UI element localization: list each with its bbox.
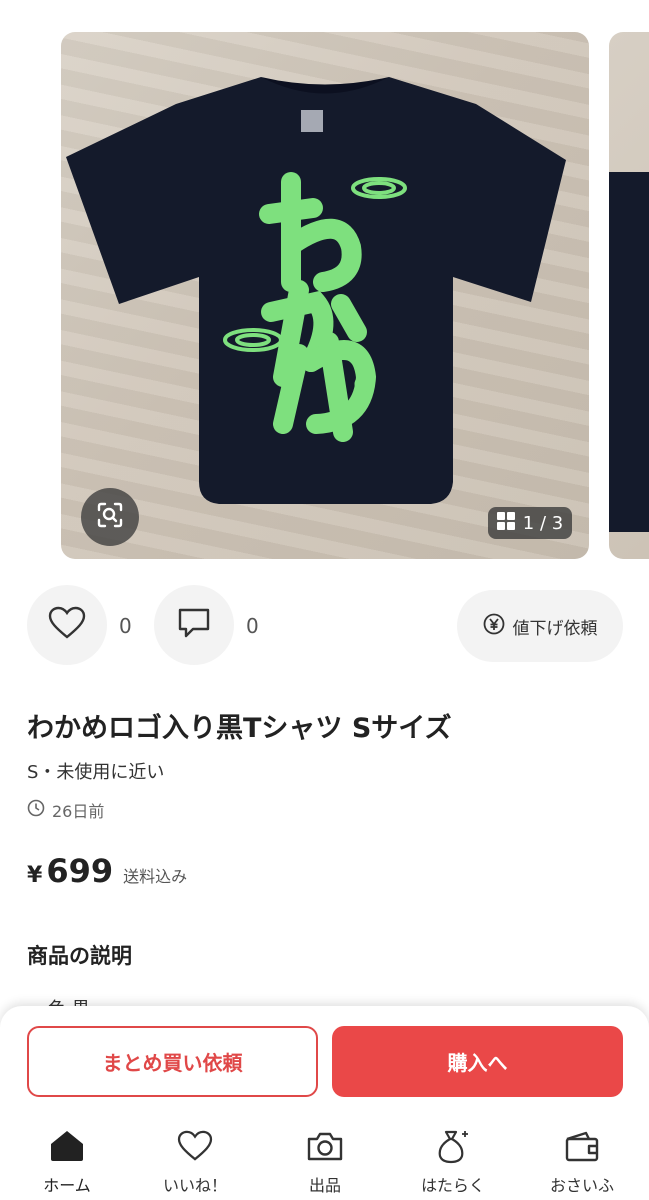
- wallet-icon: [562, 1126, 602, 1166]
- tab-bar: ホーム いいね！ 出品 はたらく おさいふ: [0, 1118, 649, 1200]
- next-photo-preview[interactable]: [609, 32, 649, 559]
- camera-icon: [305, 1126, 345, 1166]
- tab-work-label: はたらく: [421, 1176, 485, 1195]
- tab-wallet-label: おさいふ: [549, 1176, 614, 1195]
- tab-sell-label: 出品: [308, 1176, 341, 1195]
- like-count: 0: [119, 614, 132, 638]
- product-photo[interactable]: [61, 32, 589, 559]
- posted-time: 26日前: [27, 798, 104, 822]
- yen-circle-icon: [483, 613, 505, 640]
- tab-work[interactable]: はたらく: [398, 1118, 508, 1200]
- price-block: ¥ 699 送料込み: [27, 852, 187, 890]
- clock-icon: [27, 799, 45, 821]
- home-icon: [47, 1126, 87, 1166]
- item-condition: S・未使用に近い: [27, 762, 165, 783]
- tab-likes[interactable]: いいね！: [140, 1118, 250, 1200]
- counter-current: 1: [522, 512, 535, 534]
- item-detail-page: 1 / 3 0 0 値下げ依頼 わかめロゴ入り黒Tシャツ Sサイズ S・未使用に…: [0, 0, 649, 1200]
- tshirt-image: [66, 77, 566, 504]
- tab-wallet[interactable]: おさいふ: [527, 1118, 637, 1200]
- grid-icon: [496, 511, 515, 535]
- currency-symbol: ¥: [27, 863, 43, 888]
- counter-separator: /: [539, 512, 547, 534]
- photo-counter[interactable]: 1 / 3: [488, 507, 572, 539]
- price-down-request-button[interactable]: 値下げ依頼: [457, 590, 623, 662]
- scan-icon: [96, 501, 124, 533]
- posted-time-text: 26日前: [52, 802, 105, 821]
- comment-icon: [177, 607, 211, 643]
- comment-button[interactable]: [154, 585, 234, 665]
- comment-count: 0: [246, 614, 259, 638]
- price-amount: 699: [46, 852, 114, 890]
- tab-sell[interactable]: 出品: [270, 1118, 380, 1200]
- price-down-label: 値下げ依頼: [512, 618, 598, 639]
- item-title: わかめロゴ入り黒Tシャツ Sサイズ: [27, 713, 452, 744]
- like-button[interactable]: [27, 585, 107, 665]
- heart-icon: [48, 606, 86, 644]
- heart-icon: [175, 1126, 215, 1166]
- money-bag-icon: [433, 1126, 473, 1166]
- tab-home[interactable]: ホーム: [12, 1118, 122, 1200]
- tab-likes-label: いいね！: [162, 1176, 227, 1195]
- image-search-button[interactable]: [81, 488, 139, 546]
- counter-total: 3: [551, 512, 564, 534]
- image-gallery[interactable]: 1 / 3: [0, 0, 649, 580]
- bulk-request-button[interactable]: まとめ買い依頼: [27, 1026, 318, 1097]
- shipping-note: 送料込み: [123, 867, 188, 886]
- tab-home-label: ホーム: [43, 1176, 91, 1195]
- purchase-button[interactable]: 購入へ: [332, 1026, 623, 1097]
- bottom-action-bar: まとめ買い依頼 購入へ ホーム いいね！ 出品 はたらく おさいふ: [0, 1006, 649, 1200]
- description-heading: 商品の説明: [27, 944, 132, 968]
